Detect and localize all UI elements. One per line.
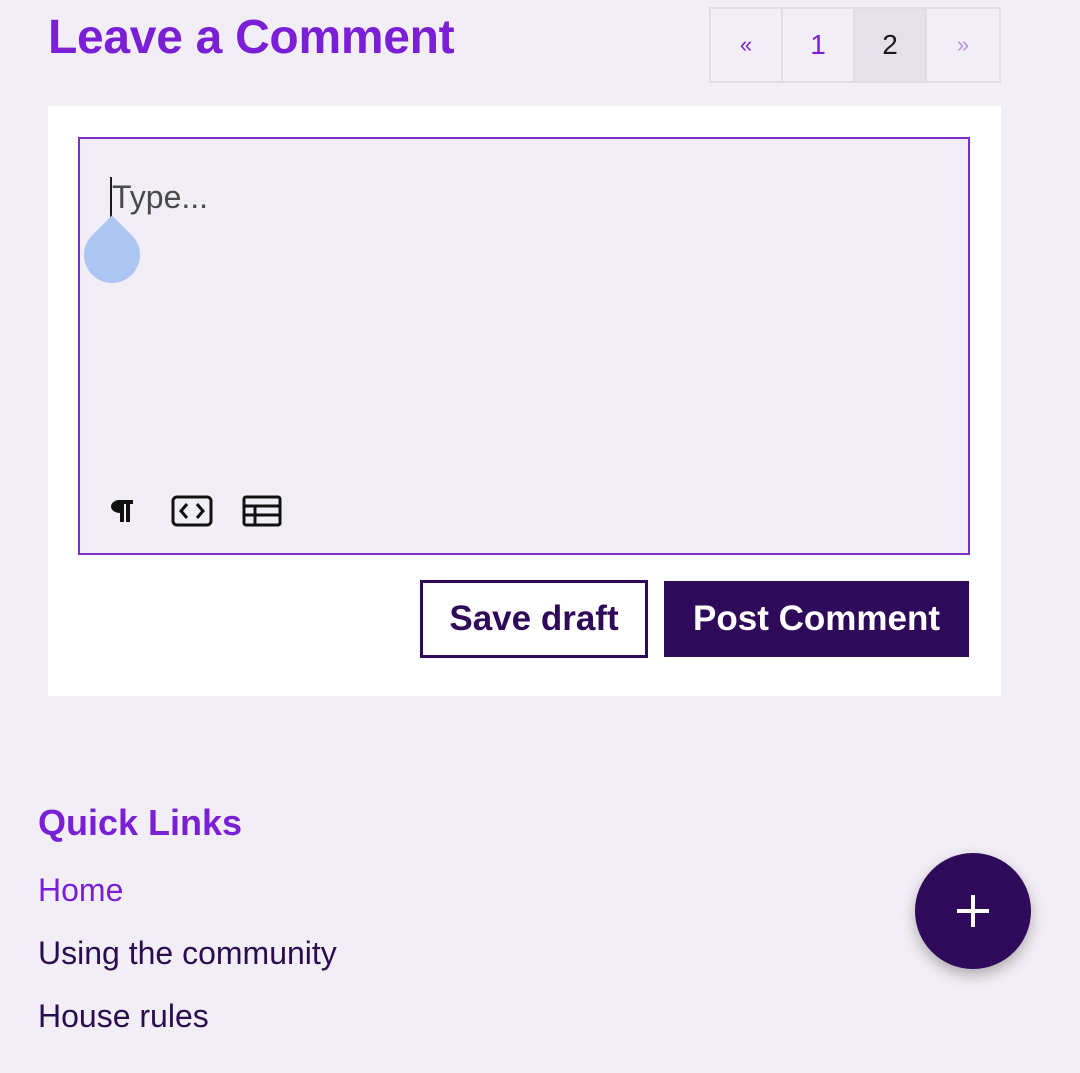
selection-handle[interactable] (72, 215, 152, 295)
quick-links-title: Quick Links (38, 802, 243, 843)
code-icon[interactable] (170, 489, 214, 533)
comment-editor[interactable]: Type... (72, 137, 970, 555)
quick-link-using-community[interactable]: Using the community (38, 933, 337, 973)
paragraph-icon[interactable] (100, 489, 144, 533)
editor-placeholder: Type... (112, 179, 209, 215)
editor-toolbar (100, 489, 310, 533)
quick-links-section: Quick Links Home Using the community Hou… (38, 800, 337, 1059)
pagination: « 1 2 » (709, 7, 1001, 83)
add-fab-button[interactable] (915, 853, 1031, 969)
quick-link-home[interactable]: Home (38, 870, 337, 910)
plus-icon (957, 895, 989, 927)
save-draft-button[interactable]: Save draft (420, 580, 648, 658)
form-actions: Save draft Post Comment (420, 580, 969, 658)
post-comment-button[interactable]: Post Comment (664, 581, 969, 657)
table-icon[interactable] (240, 489, 284, 533)
pagination-prev[interactable]: « (711, 9, 783, 81)
page-title: Leave a Comment (48, 11, 455, 64)
quick-link-house-rules[interactable]: House rules (38, 996, 337, 1036)
pagination-next[interactable]: » (927, 9, 999, 81)
comment-page: Leave a Comment « 1 2 » Type... Save dra… (0, 0, 1080, 1073)
comment-form-card: Type... Save draft Post Comment (48, 106, 1001, 696)
pagination-page-2[interactable]: 2 (855, 9, 927, 81)
pagination-page-1[interactable]: 1 (783, 9, 855, 81)
